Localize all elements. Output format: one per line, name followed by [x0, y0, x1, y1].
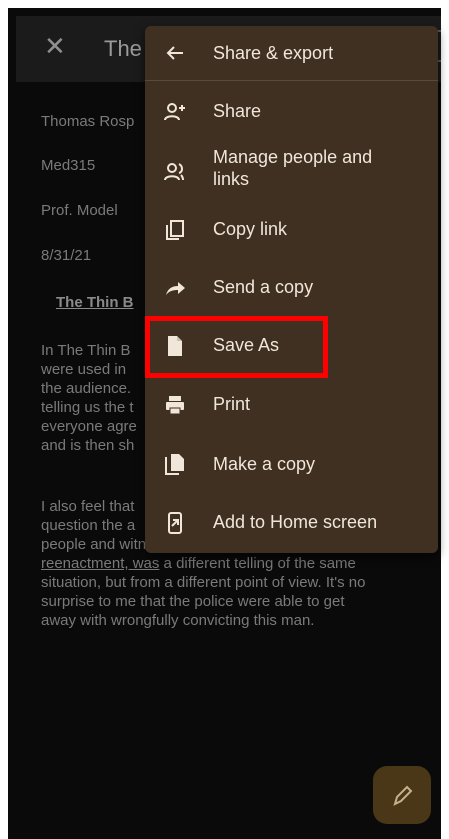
- person-add-icon: [164, 103, 185, 121]
- menu-item-label: Manage people and links: [213, 147, 373, 189]
- add-to-home-icon: [168, 512, 182, 534]
- edit-fab-button[interactable]: [373, 766, 431, 824]
- menu-item-label: Share: [213, 101, 262, 121]
- menu-header[interactable]: Share & export: [145, 26, 438, 81]
- menu-item-label: Send a copy: [213, 277, 314, 297]
- menu-item-copy-link[interactable]: Copy link: [145, 208, 438, 252]
- menu-item-share[interactable]: Share: [145, 90, 438, 134]
- doc-date: 8/31/21: [41, 247, 92, 264]
- menu-item-label: Save As: [213, 335, 280, 355]
- close-icon[interactable]: ✕: [44, 33, 68, 59]
- menu-header-title: Share & export: [213, 43, 334, 63]
- copy-link-icon: [166, 220, 184, 240]
- para2-line: away with wrongfully convicting this man…: [41, 612, 315, 629]
- menu-item-label: Make a copy: [213, 454, 316, 474]
- file-icon: [168, 336, 182, 356]
- para2-line: reenactment, was a different telling of …: [41, 554, 421, 573]
- back-arrow-icon[interactable]: [163, 41, 187, 65]
- para2-line: surprise to me that the police were able…: [41, 593, 345, 610]
- menu-item-label: Copy link: [213, 219, 288, 239]
- send-arrow-icon: [166, 282, 185, 295]
- pencil-icon: [393, 785, 413, 806]
- doc-heading: The Thin B: [56, 294, 134, 311]
- menu-item-print[interactable]: Print: [145, 383, 438, 427]
- doc-course: Med315: [41, 157, 96, 174]
- menu-item-add-home[interactable]: Add to Home screen: [145, 501, 438, 545]
- share-export-menu: Share & export Share Manage people and l…: [145, 26, 438, 553]
- doc-professor: Prof. Model: [41, 202, 118, 219]
- copy-file-icon: [165, 454, 184, 475]
- doc-author: Thomas Rosp: [41, 113, 135, 130]
- para2-line: situation, but from a different point of…: [41, 574, 366, 591]
- menu-item-save-as[interactable]: Save As: [145, 324, 438, 368]
- menu-item-label: Add to Home screen: [213, 512, 378, 532]
- para2-text: a different telling of the same: [159, 555, 356, 572]
- menu-item-send-copy[interactable]: Send a copy: [145, 266, 438, 310]
- menu-item-make-copy[interactable]: Make a copy: [145, 443, 438, 487]
- manage-people-icon: [164, 163, 184, 181]
- printer-icon: [166, 396, 184, 415]
- underlined-text: reenactment, was: [41, 555, 160, 572]
- menu-item-manage-people[interactable]: Manage people and links: [145, 138, 438, 196]
- menu-item-label: Print: [213, 394, 251, 414]
